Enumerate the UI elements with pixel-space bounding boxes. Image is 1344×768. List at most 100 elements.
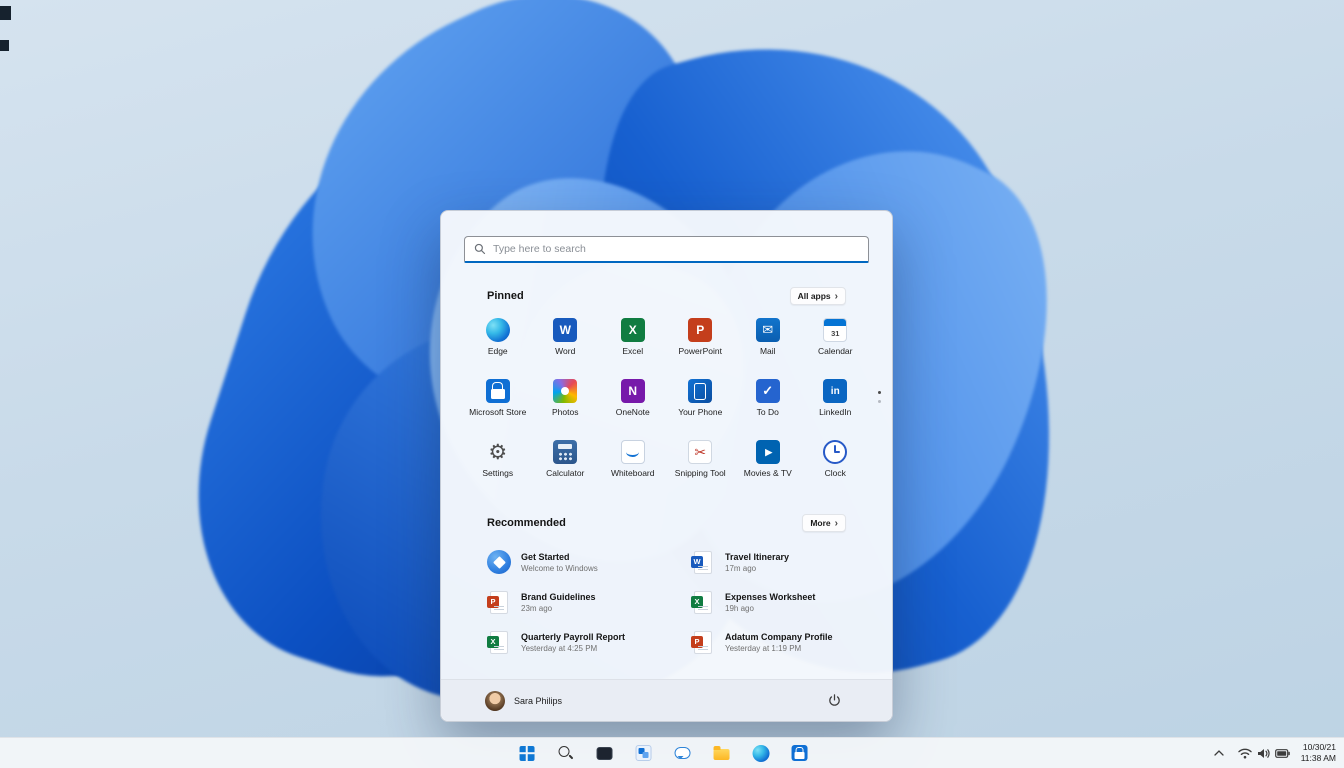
taskbar-center-icons: [514, 738, 813, 768]
chevron-right-icon: [835, 518, 838, 529]
pinned-app-snipping-tool[interactable]: Snipping Tool: [667, 437, 735, 498]
recommended-subtitle: 17m ago: [725, 563, 757, 573]
pinned-app-onenote[interactable]: OneNote: [599, 376, 667, 437]
task-view-button[interactable]: [592, 740, 618, 766]
pinned-app-edge[interactable]: Edge: [464, 315, 532, 376]
search-icon: [474, 243, 486, 255]
user-avatar: [485, 690, 505, 711]
app-label: Microsoft Store: [469, 407, 527, 417]
all-apps-label: All apps: [797, 291, 831, 301]
user-name: Sara Philips: [514, 695, 563, 706]
recommended-title: Expenses Worksheet: [725, 591, 816, 602]
recommended-heading: Recommended: [487, 517, 566, 529]
widgets-button[interactable]: [631, 740, 657, 766]
clock-icon: [823, 440, 848, 464]
taskbar-search-button[interactable]: [553, 740, 579, 766]
more-label: More: [810, 518, 831, 528]
pinned-app-microsoft-store[interactable]: Microsoft Store: [464, 376, 532, 437]
app-label: Whiteboard: [611, 468, 655, 478]
pinned-app-settings[interactable]: Settings: [464, 437, 532, 498]
widgets-icon: [635, 745, 652, 761]
edge-icon: [752, 744, 770, 762]
linkedin-icon: [823, 379, 848, 403]
all-apps-button[interactable]: All apps: [789, 287, 846, 305]
calculator-icon: [553, 440, 578, 464]
pinned-app-clock[interactable]: Clock: [802, 437, 870, 498]
taskbar-clock[interactable]: 10/30/21 11:38 AM: [1301, 742, 1336, 764]
edge-button[interactable]: [748, 740, 774, 766]
file-explorer-button[interactable]: [709, 740, 735, 766]
app-label: Excel: [622, 346, 644, 356]
power-button[interactable]: [822, 689, 846, 713]
chat-icon: [674, 747, 691, 759]
recommended-subtitle: Yesterday at 1:19 PM: [725, 643, 802, 653]
powerpoint-document-icon: [691, 630, 712, 654]
recommended-title: Quarterly Payroll Report: [521, 631, 626, 642]
microsoft-store-button[interactable]: [787, 740, 813, 766]
calendar-icon: [823, 318, 848, 342]
mail-icon: [755, 318, 780, 342]
search-input[interactable]: [493, 243, 859, 255]
pinned-app-word[interactable]: Word: [532, 315, 600, 376]
recommended-subtitle: 19h ago: [725, 603, 754, 613]
recommended-item[interactable]: Brand Guidelines 23m ago: [487, 582, 691, 622]
pinned-app-movies-tv[interactable]: Movies & TV: [734, 437, 802, 498]
recommended-title: Travel Itinerary: [725, 551, 790, 562]
pinned-app-photos[interactable]: Photos: [532, 376, 600, 437]
screen-artifact: [0, 6, 11, 20]
power-icon: [828, 694, 840, 706]
your-phone-icon: [688, 379, 713, 403]
app-label: PowerPoint: [678, 346, 722, 356]
app-label: Mail: [759, 346, 776, 356]
user-account-button[interactable]: Sara Philips: [485, 690, 563, 711]
app-label: LinkedIn: [819, 407, 852, 417]
tray-time: 11:38 AM: [1300, 753, 1336, 763]
tray-date: 10/30/21: [1302, 741, 1336, 752]
recommended-title: Get Started: [521, 551, 570, 562]
tray-status-cluster[interactable]: [1238, 748, 1290, 759]
battery-icon: [1274, 748, 1290, 758]
folder-icon: [713, 746, 730, 760]
pinned-app-your-phone[interactable]: Your Phone: [667, 376, 735, 437]
app-label: Photos: [552, 407, 579, 417]
hidden-icons-button[interactable]: [1211, 747, 1227, 759]
pinned-app-mail[interactable]: Mail: [734, 315, 802, 376]
app-label: Edge: [487, 346, 508, 356]
search-bar[interactable]: [464, 236, 869, 263]
recommended-item[interactable]: Get Started Welcome to Windows: [487, 542, 691, 582]
pinned-app-to-do[interactable]: To Do: [734, 376, 802, 437]
snipping-tool-icon: [688, 440, 713, 464]
app-label: Your Phone: [678, 407, 723, 417]
windows-logo-icon: [519, 745, 535, 761]
pinned-app-linkedin[interactable]: LinkedIn: [802, 376, 870, 437]
edge-icon: [485, 318, 510, 342]
chat-button[interactable]: [670, 740, 696, 766]
recommended-item[interactable]: Adatum Company Profile Yesterday at 1:19…: [691, 622, 852, 662]
pinned-app-calculator[interactable]: Calculator: [532, 437, 600, 498]
pinned-app-excel[interactable]: Excel: [599, 315, 667, 376]
recommended-list: Get Started Welcome to Windows Travel It…: [487, 542, 852, 662]
microsoft-store-icon: [791, 745, 808, 761]
pinned-page-indicator[interactable]: [878, 391, 881, 403]
wifi-icon: [1238, 748, 1252, 758]
recommended-subtitle: Yesterday at 4:25 PM: [521, 643, 598, 653]
recommended-item[interactable]: Travel Itinerary 17m ago: [691, 542, 852, 582]
system-tray: 10/30/21 11:38 AM: [1211, 738, 1336, 768]
pinned-app-calendar[interactable]: Calendar: [802, 315, 870, 376]
start-menu: Pinned All apps Edge Word Excel PowerPoi…: [440, 210, 893, 722]
recommended-item[interactable]: Quarterly Payroll Report Yesterday at 4:…: [487, 622, 691, 662]
microsoft-store-icon: [485, 379, 510, 403]
start-menu-footer: Sara Philips: [441, 679, 892, 721]
taskbar: 10/30/21 11:38 AM: [0, 737, 1344, 768]
powerpoint-document-icon: [487, 590, 508, 614]
gear-icon: [486, 440, 510, 464]
excel-document-icon: [691, 590, 712, 614]
start-button[interactable]: [514, 740, 540, 766]
recommended-item[interactable]: Expenses Worksheet 19h ago: [691, 582, 852, 622]
app-label: Word: [555, 346, 576, 356]
search-icon: [558, 745, 574, 761]
more-button[interactable]: More: [802, 514, 846, 532]
pinned-app-powerpoint[interactable]: PowerPoint: [667, 315, 735, 376]
pinned-app-whiteboard[interactable]: Whiteboard: [599, 437, 667, 498]
page-dot: [878, 400, 881, 403]
